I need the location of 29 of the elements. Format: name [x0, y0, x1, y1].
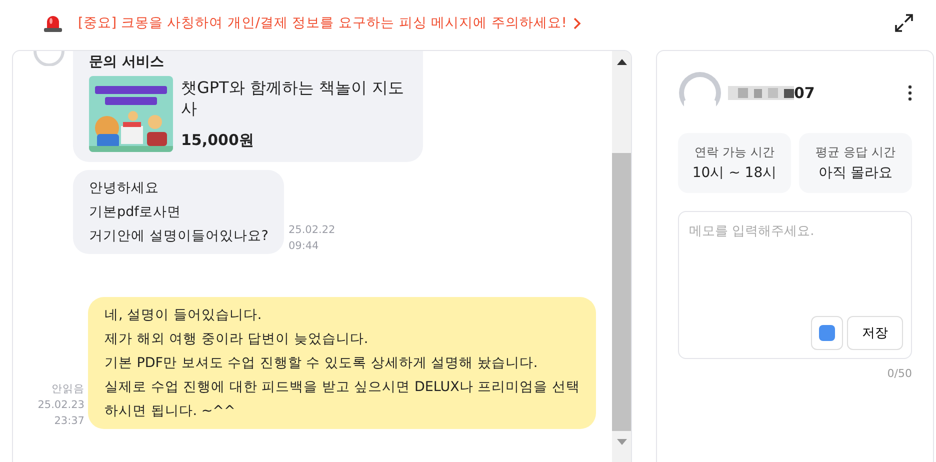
card-title: 문의 서비스	[89, 53, 165, 72]
redacted-mark	[728, 86, 794, 100]
stat-value: 아직 몰라요	[817, 164, 894, 182]
user-name: 07	[794, 84, 815, 102]
scrollbar-thumb[interactable]	[612, 153, 631, 431]
message-date: 25.02.23	[38, 398, 84, 413]
color-button[interactable]	[811, 316, 843, 350]
scroll-down-icon[interactable]	[616, 439, 626, 445]
char-counter: 0/50	[886, 367, 912, 380]
message-date: 25.02.22	[288, 223, 336, 238]
message-bubble: 안녕하세요 기본pdf로사면 거기안에 설명이들어있나요?	[73, 170, 284, 254]
avatar-icon	[678, 71, 722, 115]
product-name[interactable]: 챗GPT와 함께하는 책놀이 지도사	[181, 78, 407, 120]
stat-value: 10시 ~ 18시	[691, 164, 778, 182]
notice-text[interactable]: [중요] 크몽을 사칭하여 개인/결제 정보를 요구하는 피싱 메시지에 주의하세요!	[78, 14, 567, 32]
read-status: 안읽음	[50, 382, 84, 397]
message-time: 23:37	[53, 414, 84, 429]
scroll-up-icon[interactable]	[616, 59, 626, 65]
save-button[interactable]: 저장	[847, 316, 903, 350]
chevron-right-icon[interactable]	[572, 16, 581, 30]
stat-label: 연락 가능 시간	[694, 144, 776, 161]
memo-field[interactable]: 메모를 입력해주세요. 저장	[678, 211, 912, 359]
message-time: 09:44	[288, 239, 320, 254]
product-price: 15,000원	[181, 131, 255, 150]
expand-icon[interactable]	[894, 13, 914, 33]
stat-label: 평균 응답 시간	[814, 144, 896, 161]
avatar-icon	[33, 51, 65, 66]
message-bubble: 네, 설명이 들어있습니다. 제가 해외 여행 중이라 답변이 늦었습니다. 기본 PDF만 보셔도 수업 진행할 수 있도록 상세하게 설명해 놨습니다. 실제로 수업 진행에 대한 피드백을 받고 싶으시면 DELUX나 프리미엄을 선택 하시면 됩니다. ~^^	[88, 297, 596, 429]
more-icon[interactable]	[908, 85, 912, 101]
